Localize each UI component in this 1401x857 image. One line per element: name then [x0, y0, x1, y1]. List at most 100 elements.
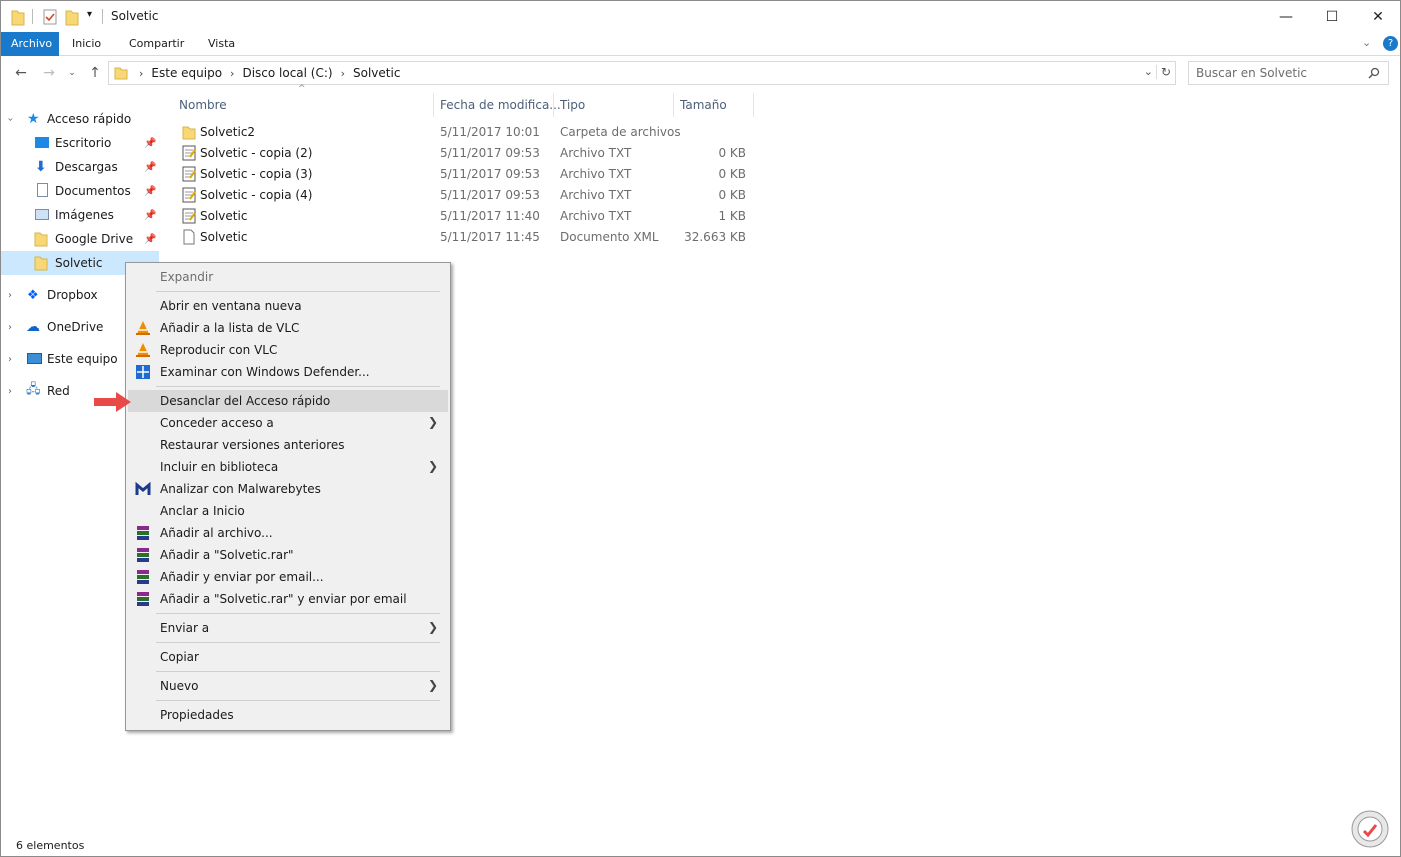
sidebar-item-imagenes[interactable]: Imágenes 📌 [1, 203, 159, 227]
sidebar-item-descargas[interactable]: ⬇ Descargas 📌 [1, 155, 159, 179]
menu-item-copiar[interactable]: Copiar [128, 646, 448, 668]
menu-item-windows-defender[interactable]: Examinar con Windows Defender... [128, 361, 448, 383]
watermark-logo-icon [1351, 810, 1389, 848]
sidebar-item-documentos[interactable]: Documentos 📌 [1, 179, 159, 203]
menu-item-desanclar-acceso-rapido[interactable]: Desanclar del Acceso rápido [128, 390, 448, 412]
search-icon [1368, 67, 1380, 79]
sidebar-item-escritorio[interactable]: Escritorio 📌 [1, 131, 159, 155]
customize-toolbar-icon[interactable]: ▾ [87, 9, 92, 20]
menu-item-anclar-inicio[interactable]: Anclar a Inicio [128, 500, 448, 522]
menu-item-anadir-enviar-email[interactable]: Añadir y enviar por email... [128, 566, 448, 588]
address-bar[interactable]: › Este equipo › Disco local (C:) › Solve… [108, 61, 1176, 85]
menu-item-abrir-ventana-nueva[interactable]: Abrir en ventana nueva [128, 295, 448, 317]
maximize-button[interactable]: ☐ [1309, 1, 1355, 32]
sidebar-item-label: Google Drive [55, 232, 134, 246]
menu-item-label: Conceder acceso a [160, 416, 274, 430]
column-header-tamano[interactable]: Tamaño [680, 93, 727, 117]
address-dropdown-icon[interactable]: ⌄ [1144, 65, 1153, 78]
file-name: Solvetic - copia (4) [200, 188, 313, 202]
menu-item-reproducir-vlc[interactable]: Reproducir con VLC [128, 339, 448, 361]
tab-compartir[interactable]: Compartir [119, 32, 194, 56]
menu-item-malwarebytes[interactable]: Analizar con Malwarebytes [128, 478, 448, 500]
window-title: Solvetic [111, 9, 159, 23]
menu-item-propiedades[interactable]: Propiedades [128, 704, 448, 726]
chevron-right-icon[interactable]: › [8, 322, 12, 333]
file-row[interactable]: Solvetic - copia (3) 5/11/2017 09:53 Arc… [179, 164, 759, 185]
chevron-right-icon[interactable]: › [8, 354, 12, 365]
file-date: 5/11/2017 09:53 [440, 146, 540, 160]
menu-item-label: Anclar a Inicio [160, 504, 245, 518]
column-header-nombre[interactable]: Nombre [179, 93, 227, 117]
tab-inicio[interactable]: Inicio [62, 32, 111, 56]
menu-item-label: Desanclar del Acceso rápido [160, 394, 331, 408]
properties-icon[interactable] [43, 8, 57, 26]
column-header-fecha[interactable]: Fecha de modifica... [440, 93, 561, 117]
minimize-button[interactable]: — [1263, 1, 1309, 32]
column-header-tipo[interactable]: Tipo [560, 93, 585, 117]
vlc-icon [136, 343, 150, 357]
menu-item-anadir-archivo[interactable]: Añadir al archivo... [128, 522, 448, 544]
file-row[interactable]: Solvetic 5/11/2017 11:45 Documento XML 3… [179, 227, 759, 248]
file-type: Documento XML [560, 230, 659, 244]
chevron-down-icon[interactable]: ⌄ [1362, 36, 1371, 49]
menu-item-label: Expandir [160, 270, 214, 284]
folder-icon [114, 67, 128, 80]
menu-item-label: Añadir a "Solvetic.rar" y enviar por ema… [160, 592, 407, 606]
menu-item-anadir-solvetic-rar[interactable]: Añadir a "Solvetic.rar" [128, 544, 448, 566]
defender-icon [136, 365, 150, 379]
tab-archivo[interactable]: Archivo [1, 32, 59, 56]
file-name: Solvetic - copia (2) [200, 146, 313, 160]
menu-item-anadir-lista-vlc[interactable]: Añadir a la lista de VLC [128, 317, 448, 339]
forward-arrow-icon[interactable]: → [39, 63, 59, 83]
sidebar-item-label: Solvetic [55, 256, 103, 270]
sort-ascending-icon: ^ [298, 84, 306, 94]
sidebar-item-google-drive[interactable]: Google Drive 📌 [1, 227, 159, 251]
new-folder-icon[interactable] [65, 8, 79, 26]
chevron-right-icon[interactable]: › [230, 67, 234, 80]
chevron-right-icon[interactable]: › [8, 290, 12, 301]
folder-icon [34, 232, 48, 247]
pin-icon: 📌 [144, 161, 157, 173]
back-arrow-icon[interactable]: ← [11, 63, 31, 83]
menu-item-label: Añadir a "Solvetic.rar" [160, 548, 294, 562]
file-row[interactable]: Solvetic2 5/11/2017 10:01 Carpeta de arc… [179, 122, 759, 143]
menu-item-nuevo[interactable]: Nuevo ❯ [128, 675, 448, 697]
sidebar-item-acceso-rapido[interactable]: › ★ Acceso rápido [1, 107, 159, 131]
chevron-right-icon[interactable]: › [139, 67, 143, 80]
menu-item-conceder-acceso[interactable]: Conceder acceso a ❯ [128, 412, 448, 434]
tab-vista[interactable]: Vista [198, 32, 245, 56]
menu-item-enviar-a[interactable]: Enviar a ❯ [128, 617, 448, 639]
recent-locations-icon[interactable]: ⌄ [65, 63, 79, 83]
search-input[interactable]: Buscar en Solvetic [1188, 61, 1389, 85]
malwarebytes-icon [135, 481, 151, 495]
menu-item-anadir-rar-enviar-email[interactable]: Añadir a "Solvetic.rar" y enviar por ema… [128, 588, 448, 610]
file-type: Carpeta de archivos [560, 125, 681, 139]
file-row[interactable]: Solvetic 5/11/2017 11:40 Archivo TXT 1 K… [179, 206, 759, 227]
pin-icon: 📌 [144, 233, 157, 245]
breadcrumb-disco-local[interactable]: Disco local (C:) [242, 66, 332, 80]
file-row[interactable]: Solvetic - copia (4) 5/11/2017 09:53 Arc… [179, 185, 759, 206]
menu-item-restaurar-versiones[interactable]: Restaurar versiones anteriores [128, 434, 448, 456]
file-size: 0 KB [718, 167, 746, 181]
sidebar-item-label: OneDrive [47, 320, 104, 334]
vlc-icon [136, 321, 150, 335]
close-button[interactable]: ✕ [1355, 1, 1401, 32]
menu-item-incluir-biblioteca[interactable]: Incluir en biblioteca ❯ [128, 456, 448, 478]
breadcrumb-solvetic[interactable]: Solvetic [353, 66, 400, 80]
breadcrumb-este-equipo[interactable]: Este equipo [151, 66, 222, 80]
chevron-right-icon: ❯ [427, 459, 438, 473]
up-arrow-icon[interactable]: ↑ [85, 63, 105, 83]
help-icon[interactable]: ? [1383, 36, 1398, 51]
status-item-count: 6 elementos [16, 839, 85, 852]
sidebar-item-label: Escritorio [55, 136, 112, 150]
sidebar-item-label: Red [47, 384, 70, 398]
chevron-icon[interactable]: › [5, 117, 16, 121]
context-menu: Expandir Abrir en ventana nueva Añadir a… [125, 262, 451, 731]
menu-item-label: Añadir a la lista de VLC [160, 321, 300, 335]
file-row[interactable]: Solvetic - copia (2) 5/11/2017 09:53 Arc… [179, 143, 759, 164]
menu-item-label: Nuevo [160, 679, 199, 693]
refresh-icon[interactable]: ↻ [1155, 65, 1171, 79]
chevron-right-icon[interactable]: › [8, 386, 12, 397]
menu-item-label: Enviar a [160, 621, 210, 635]
chevron-right-icon[interactable]: › [341, 67, 345, 80]
